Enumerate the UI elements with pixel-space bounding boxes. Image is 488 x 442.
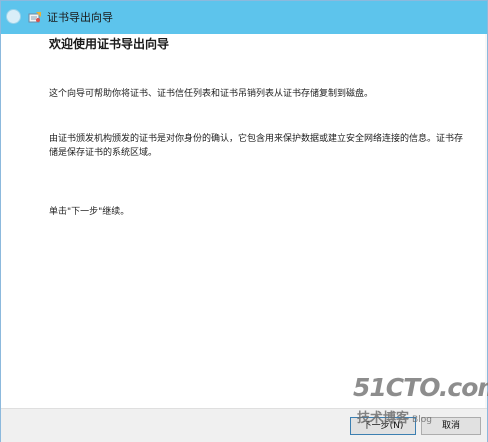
watermark-main-text: 51CTO.com [353,373,488,402]
right-edge-divider [485,34,487,408]
watermark-sub-label: 技术博客 [357,411,410,426]
watermark-blog-label: Blog [412,415,432,425]
watermark-logo: 51CTO.com 技术博客 Blog [353,373,488,435]
continue-instruction: 单击"下一步"继续。 [49,207,130,217]
certificate-description-paragraph: 由证书颁发机构颁发的证书是对你身份的确认，它包含用来保护数据或建立安全网络连接的… [49,134,464,158]
intro-paragraph: 这个向导可帮助你将证书、证书信任列表和证书吊销列表从证书存储复制到磁盘。 [49,89,374,99]
back-arrow-icon[interactable] [6,9,21,24]
title-bar: 证书导出向导 [1,1,487,34]
page-heading: 欢迎使用证书导出向导 [49,37,170,51]
certificate-export-wizard-window: 证书导出向导 欢迎使用证书导出向导 这个向导可帮助你将证书、证书信任列表和证书吊… [0,0,488,442]
certificate-wizard-icon [28,12,41,23]
watermark-sub-text: 技术博客 Blog [357,407,432,426]
window-title: 证书导出向导 [47,11,113,24]
